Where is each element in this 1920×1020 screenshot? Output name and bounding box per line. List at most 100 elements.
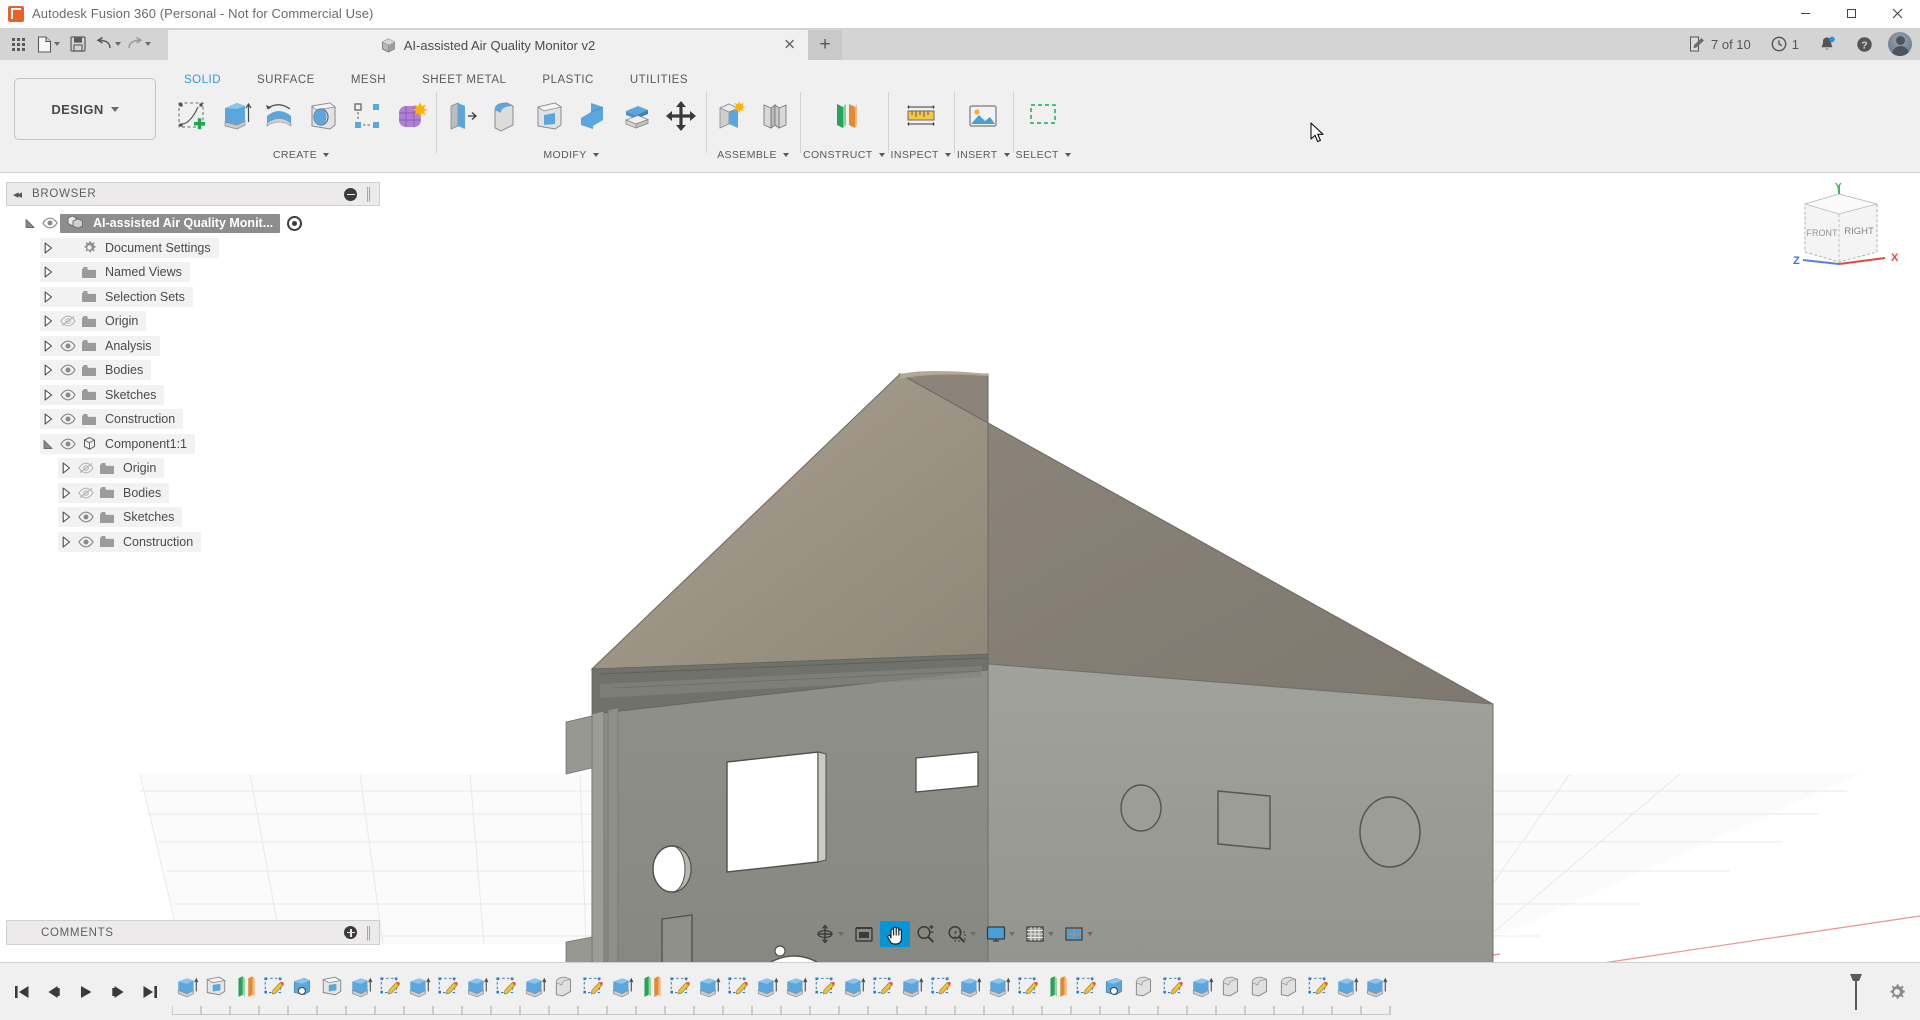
activate-component-icon[interactable]	[287, 216, 302, 231]
undo-icon[interactable]	[93, 29, 123, 59]
timeline-feature-fillet[interactable]	[1245, 971, 1274, 1001]
browser-tree-item[interactable]: Bodies	[6, 358, 380, 383]
workspace-switcher[interactable]: DESIGN	[14, 78, 156, 140]
timeline-feature-extrude[interactable]	[462, 971, 491, 1001]
expand-toggle[interactable]	[58, 487, 75, 499]
resize-grip-icon[interactable]: ║	[364, 187, 373, 201]
timeline-feature-extrude[interactable]	[984, 971, 1013, 1001]
tool-shell[interactable]	[527, 91, 571, 141]
save-icon[interactable]	[63, 29, 93, 59]
tool-create-form[interactable]	[389, 91, 433, 141]
timeline-feature-split-face[interactable]	[636, 971, 665, 1001]
history-counter[interactable]: 1	[1762, 29, 1808, 59]
timeline-feature-shell[interactable]	[317, 971, 346, 1001]
browser-tree-item[interactable]: Construction	[6, 530, 380, 555]
browser-tree-item[interactable]: Construction	[6, 407, 380, 432]
timeline-feature-extrude[interactable]	[781, 971, 810, 1001]
browser-tree-item[interactable]: Component1:1	[6, 432, 380, 457]
visibility-toggle[interactable]	[57, 413, 78, 425]
timeline-feature-extrude[interactable]	[752, 971, 781, 1001]
visibility-toggle[interactable]	[57, 389, 78, 401]
tool-measure[interactable]	[899, 91, 943, 141]
timeline-feature-extrude[interactable]	[520, 971, 549, 1001]
step-forward-button[interactable]	[104, 977, 132, 1007]
visibility-toggle[interactable]	[75, 536, 96, 548]
tool-create-sketch[interactable]	[169, 91, 213, 141]
timeline-feature-sketch[interactable]	[723, 971, 752, 1001]
tool-select-window[interactable]	[1021, 91, 1065, 141]
timeline-feature-sketch[interactable]	[491, 971, 520, 1001]
timeline-feature-fillet[interactable]	[549, 971, 578, 1001]
collapse-toggle[interactable]	[40, 438, 57, 450]
go-to-beginning-button[interactable]	[8, 977, 36, 1007]
viewports-button[interactable]	[1059, 921, 1097, 947]
tool-joint[interactable]	[753, 91, 797, 141]
browser-tree-item[interactable]: Document Settings	[6, 236, 380, 261]
tool-pattern[interactable]	[345, 91, 389, 141]
assemble-panel-label[interactable]: ASSEMBLE	[717, 145, 789, 165]
resize-grip-icon[interactable]: ║	[364, 926, 373, 940]
timeline-feature-sketch[interactable]	[868, 971, 897, 1001]
help-button[interactable]: ?	[1847, 29, 1882, 59]
timeline-feature-fillet[interactable]	[1129, 971, 1158, 1001]
expand-toggle[interactable]	[58, 511, 75, 523]
new-document-icon[interactable]	[33, 29, 63, 59]
timeline-feature-sketch[interactable]	[375, 971, 404, 1001]
timeline-feature-fillet[interactable]	[1274, 971, 1303, 1001]
close-tab-icon[interactable]: ✕	[783, 38, 796, 53]
redo-icon[interactable]	[123, 29, 153, 59]
browser-tree-item[interactable]: Origin	[6, 456, 380, 481]
visibility-toggle[interactable]	[75, 511, 96, 523]
collapse-toggle[interactable]	[22, 217, 39, 229]
expand-toggle[interactable]	[40, 340, 57, 352]
timeline-feature-sketch[interactable]	[433, 971, 462, 1001]
browser-tree-item[interactable]: AI-assisted Air Quality Monit...	[6, 211, 380, 236]
tool-new-component[interactable]	[709, 91, 753, 141]
browser-tree-item[interactable]: Selection Sets	[6, 285, 380, 310]
timeline-feature-extrude[interactable]	[607, 971, 636, 1001]
modify-panel-label[interactable]: MODIFY	[543, 145, 598, 165]
maximize-button[interactable]	[1828, 0, 1874, 28]
timeline-feature-extrude[interactable]	[839, 971, 868, 1001]
tool-move-copy[interactable]	[659, 91, 703, 141]
collapse-browser-icon[interactable]: ◂◂	[13, 188, 20, 201]
visibility-toggle[interactable]	[57, 315, 78, 327]
add-comment-icon[interactable]	[344, 926, 357, 939]
tool-insert-canvas[interactable]	[961, 91, 1005, 141]
timeline-feature-split-face[interactable]	[1042, 971, 1071, 1001]
timeline-feature-extrude[interactable]	[1361, 971, 1390, 1001]
timeline-feature-fillet[interactable]	[1216, 971, 1245, 1001]
grid-snaps-button[interactable]	[1020, 921, 1058, 947]
timeline-feature-split-face[interactable]	[230, 971, 259, 1001]
visibility-toggle[interactable]	[39, 217, 60, 229]
go-to-end-button[interactable]	[136, 977, 164, 1007]
expand-toggle[interactable]	[58, 462, 75, 474]
browser-tree-item[interactable]: Sketches	[6, 505, 380, 530]
visibility-toggle[interactable]	[57, 438, 78, 450]
browser-tree-item[interactable]: Origin	[6, 309, 380, 334]
construct-panel-label[interactable]: CONSTRUCT	[803, 145, 885, 165]
inspect-panel-label[interactable]: INSPECT	[891, 145, 951, 165]
close-button[interactable]	[1874, 0, 1920, 28]
step-back-button[interactable]	[40, 977, 68, 1007]
timeline-feature-extrude[interactable]	[897, 971, 926, 1001]
visibility-toggle[interactable]	[75, 462, 96, 474]
visibility-toggle[interactable]	[75, 487, 96, 499]
timeline-feature-shell[interactable]	[201, 971, 230, 1001]
tool-draft[interactable]	[571, 91, 615, 141]
display-settings-button[interactable]	[981, 921, 1019, 947]
timeline-feature-extrude[interactable]	[694, 971, 723, 1001]
view-cube[interactable]: FRONT RIGHT Z X Y	[1773, 182, 1908, 272]
browser-tree-item[interactable]: Named Views	[6, 260, 380, 285]
expand-toggle[interactable]	[40, 266, 57, 278]
visibility-toggle[interactable]	[57, 340, 78, 352]
tool-offset-plane[interactable]	[822, 91, 866, 141]
zoom-button[interactable]	[911, 921, 941, 947]
timeline-end-marker[interactable]	[1838, 972, 1874, 1012]
zoom-window-button[interactable]	[942, 921, 980, 947]
expand-toggle[interactable]	[40, 413, 57, 425]
user-avatar[interactable]	[1888, 32, 1912, 56]
browser-tree-item[interactable]: Analysis	[6, 334, 380, 359]
timeline-feature-sketch[interactable]	[1071, 971, 1100, 1001]
timeline-track[interactable]	[172, 963, 1838, 1020]
